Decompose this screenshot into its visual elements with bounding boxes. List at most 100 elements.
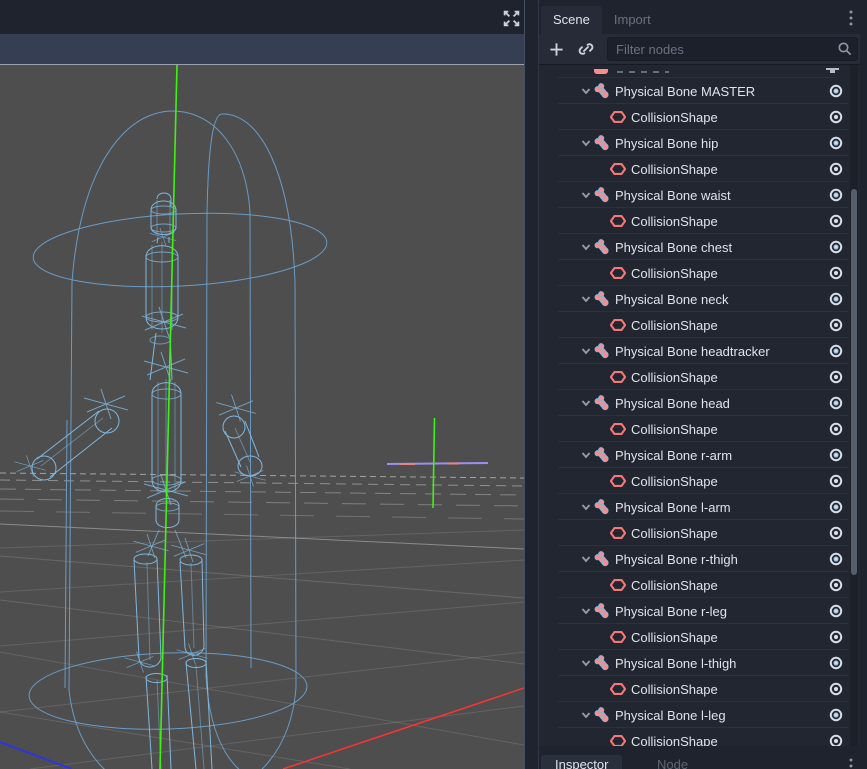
visibility-toggle-icon[interactable] [828,213,844,229]
visibility-toggle-icon[interactable] [828,265,844,281]
viewport-3d[interactable] [0,65,524,769]
physical-bone-icon [594,551,610,567]
add-node-button[interactable] [545,38,567,60]
visibility-toggle-icon[interactable] [828,525,844,541]
scene-tree[interactable]: Physical Bone MASTER CollisionShape Phys… [539,64,860,746]
node-label: CollisionShape [631,266,718,281]
chevron-down-icon[interactable] [580,605,592,617]
chevron-down-icon[interactable] [580,241,592,253]
chevron-down-icon[interactable] [580,553,592,565]
collision-shape-icon [610,577,626,593]
node-label: CollisionShape [631,682,718,697]
tree-row-physical-bone[interactable]: Physical Bone neck [539,286,848,312]
visibility-toggle-icon[interactable] [828,733,844,746]
visibility-toggle-icon[interactable] [828,421,844,437]
tree-scrollbar[interactable] [850,65,858,746]
chevron-down-icon[interactable] [580,293,592,305]
tree-row-collision-shape[interactable]: CollisionShape [539,156,848,182]
visibility-toggle-icon[interactable] [828,551,844,567]
node-label: CollisionShape [631,318,718,333]
tree-row-physical-bone[interactable]: Physical Bone r-thigh [539,546,848,572]
tree-row-physical-bone[interactable]: Physical Bone chest [539,234,848,260]
expand-viewport-button[interactable] [501,8,521,28]
visibility-toggle-icon[interactable] [828,681,844,697]
tree-row-physical-bone[interactable]: Physical Bone MASTER [539,78,848,104]
visibility-toggle-icon[interactable] [828,499,844,515]
instance-scene-button[interactable] [575,38,597,60]
chevron-down-icon[interactable] [580,345,592,357]
physical-bone-icon [594,135,610,151]
physical-bone-icon [594,239,610,255]
tree-row-collision-shape[interactable]: CollisionShape [539,728,848,746]
node-label: Physical Bone r-arm [615,448,732,463]
visibility-toggle-icon[interactable] [828,187,844,203]
scrollbar-grabber[interactable] [851,189,857,575]
chevron-down-icon[interactable] [580,137,592,149]
chevron-down-icon[interactable] [580,501,592,513]
tree-row-physical-bone[interactable]: Physical Bone l-arm [539,494,848,520]
visibility-toggle-icon[interactable] [828,109,844,125]
tree-row-physical-bone[interactable]: Physical Bone headtracker [539,338,848,364]
node-label: Physical Bone chest [615,240,732,255]
tree-row-physical-bone[interactable]: Physical Bone r-leg [539,598,848,624]
node-label: Physical Bone MASTER [615,84,755,99]
dock-menu-icon[interactable] [847,9,855,27]
tree-row-physical-bone[interactable]: Physical Bone r-arm [539,442,848,468]
chevron-down-icon[interactable] [580,449,592,461]
chevron-down-icon[interactable] [580,397,592,409]
tab-node[interactable]: Node [643,755,702,769]
visibility-toggle-icon[interactable] [828,603,844,619]
x-axis-line [283,688,524,769]
node-label: Physical Bone r-leg [615,604,727,619]
tree-row-collision-shape[interactable]: CollisionShape [539,208,848,234]
tab-scene[interactable]: Scene [541,6,602,34]
visibility-toggle-icon[interactable] [828,577,844,593]
visibility-toggle-icon[interactable] [828,473,844,489]
tab-inspector[interactable]: Inspector [541,755,622,769]
bottom-dock-menu-icon[interactable] [847,757,855,769]
visibility-toggle-icon[interactable] [828,343,844,359]
tree-row-collision-shape[interactable]: CollisionShape [539,468,848,494]
node-label: Physical Bone l-arm [615,500,731,515]
visibility-toggle-icon[interactable] [828,135,844,151]
tree-row-physical-bone[interactable]: Physical Bone waist [539,182,848,208]
tree-row-collision-shape[interactable]: CollisionShape [539,364,848,390]
chevron-down-icon[interactable] [580,657,592,669]
chevron-down-icon[interactable] [580,189,592,201]
visibility-toggle-icon[interactable] [828,629,844,645]
tab-import[interactable]: Import [602,6,663,34]
tree-row-physical-bone[interactable]: Physical Bone l-leg [539,702,848,728]
tree-row-collision-shape[interactable]: CollisionShape [539,624,848,650]
visibility-toggle-icon[interactable] [828,395,844,411]
visibility-toggle-icon[interactable] [828,369,844,385]
tree-row-collision-shape[interactable]: CollisionShape [539,572,848,598]
node-label: Physical Bone l-leg [615,708,726,723]
tree-row-collision-shape[interactable]: CollisionShape [539,312,848,338]
tree-row-physical-bone[interactable]: Physical Bone head [539,390,848,416]
visibility-toggle-icon[interactable] [828,707,844,723]
tree-row-physical-bone[interactable]: Physical Bone hip [539,130,848,156]
tree-rows: Physical Bone MASTER CollisionShape Phys… [539,65,848,746]
capsule-wireframe [28,111,329,769]
tree-row-collision-shape[interactable]: CollisionShape [539,260,848,286]
tree-row-collision-shape[interactable]: CollisionShape [539,416,848,442]
wireframe-scene [0,65,524,769]
visibility-toggle-icon[interactable] [828,239,844,255]
visibility-toggle-icon[interactable] [828,161,844,177]
tree-row-physical-bone[interactable]: Physical Bone l-thigh [539,650,848,676]
collision-shape-icon [610,629,626,645]
visibility-toggle-icon[interactable] [828,83,844,99]
tree-row-collision-shape[interactable]: CollisionShape [539,676,848,702]
chevron-down-icon[interactable] [580,85,592,97]
collision-shape-icon [610,265,626,281]
visibility-toggle-icon[interactable] [828,447,844,463]
visibility-toggle-icon[interactable] [828,655,844,671]
chevron-down-icon[interactable] [580,709,592,721]
tree-row-collision-shape[interactable]: CollisionShape [539,104,848,130]
clipped-tree-row [539,65,848,78]
tree-row-collision-shape[interactable]: CollisionShape [539,520,848,546]
viewport-topbar [0,0,524,34]
visibility-toggle-icon[interactable] [828,291,844,307]
filter-nodes-input[interactable] [607,37,858,61]
visibility-toggle-icon[interactable] [828,317,844,333]
